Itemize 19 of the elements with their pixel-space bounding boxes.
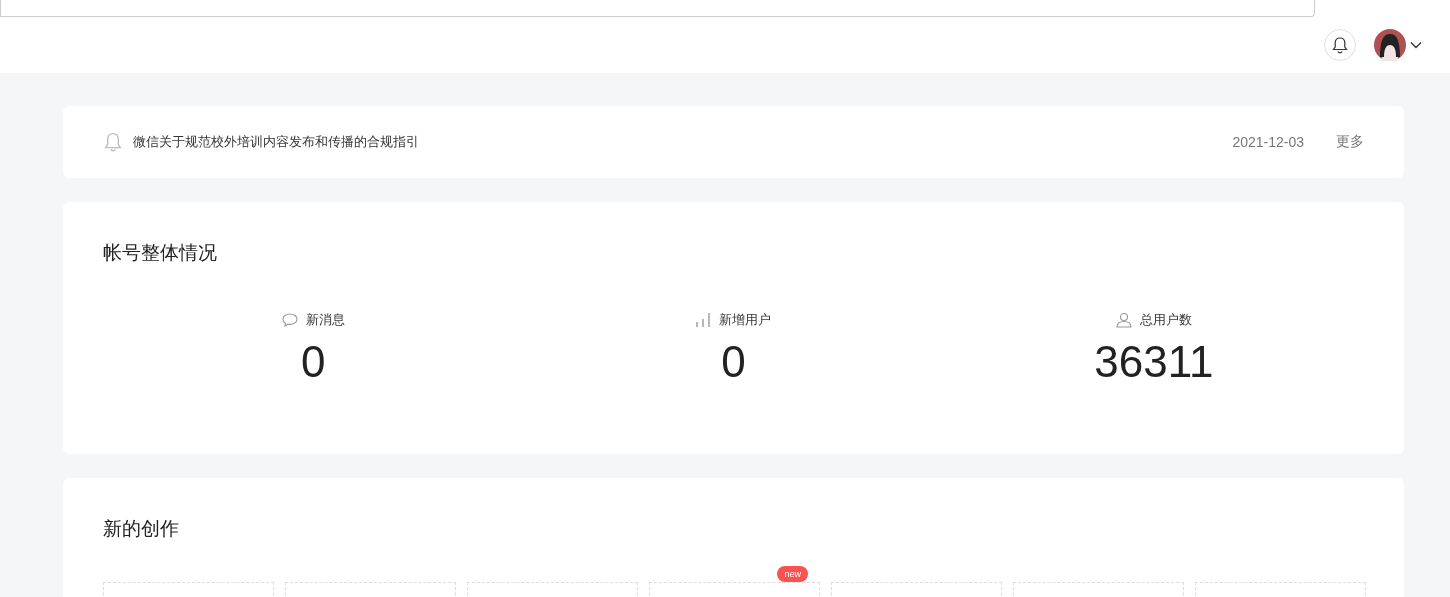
bar-chart-icon — [695, 312, 712, 328]
chevron-down-icon[interactable] — [1410, 41, 1422, 49]
new-badge: new — [777, 566, 808, 582]
stat-label: 新消息 — [305, 311, 345, 329]
stat-value: 0 — [300, 337, 326, 387]
section-title: 帐号整体情况 — [103, 240, 218, 265]
section-title: 新的创作 — [103, 516, 180, 541]
chat-bubble-icon — [281, 313, 298, 327]
stat-label: 总用户数 — [1139, 311, 1192, 329]
more-link[interactable]: 更多 — [1336, 133, 1364, 151]
stat-value: 36311 — [1094, 337, 1214, 387]
bell-icon — [1331, 36, 1349, 54]
stat-value: 0 — [721, 337, 746, 387]
bell-icon — [103, 132, 123, 152]
user-icon — [1115, 312, 1132, 328]
avatar[interactable] — [1374, 29, 1406, 61]
notice-link[interactable]: 微信关于规范校外培训内容发布和传播的合规指引 — [133, 133, 1233, 151]
stat-label: 新增用户 — [719, 311, 772, 329]
notice-date: 2021-12-03 — [1232, 134, 1304, 150]
